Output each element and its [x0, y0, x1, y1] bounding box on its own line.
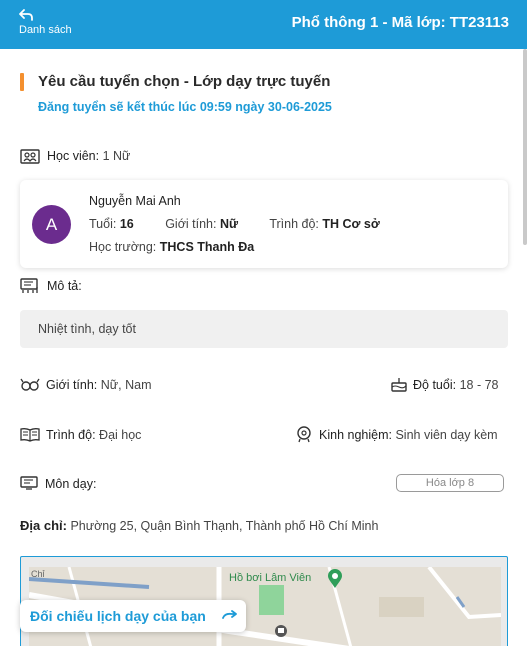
address-label: Địa chỉ: — [20, 518, 67, 533]
compare-schedule-label: Đối chiếu lịch dạy của bạn — [30, 608, 206, 624]
bus-stop-icon[interactable] — [275, 625, 287, 637]
gender-requirement: Giới tính: Nữ, Nam — [46, 378, 152, 392]
subject-icon — [20, 476, 38, 490]
student-card: A Nguyễn Mai Anh Tuổi: 16 Giới tính: Nữ … — [20, 180, 508, 268]
description-icon — [20, 278, 38, 293]
header-title: Phổ thông 1 - Mã lớp: TT23113 — [291, 14, 509, 31]
level-value: TH Cơ sở — [322, 217, 380, 231]
school-label: Học trường: — [89, 240, 157, 254]
age-value: 16 — [119, 217, 134, 231]
scrollbar[interactable] — [523, 49, 527, 245]
age-req-value: 18 - 78 — [459, 378, 499, 392]
gender-req-value: Nữ, Nam — [100, 378, 152, 392]
post-title: Yêu cầu tuyển chọn - Lớp dạy trực tuyến — [38, 73, 331, 90]
gender-label: Giới tính: — [165, 217, 217, 231]
address-value: Phường 25, Quận Bình Thạnh, Thành phố Hồ… — [70, 519, 379, 533]
level-req-label: Trình độ: — [46, 428, 96, 442]
back-label: Danh sách — [19, 24, 72, 36]
student-count-row: Học viên: 1 Nữ — [47, 149, 130, 163]
student-school: Học trường: THCS Thanh Đa — [89, 240, 254, 254]
description-label: Mô tả: — [47, 279, 82, 293]
age-requirement: Độ tuổi: 18 - 78 — [413, 378, 499, 392]
student-count-label: Học viên: — [47, 149, 100, 163]
book-icon — [20, 428, 40, 442]
map-pin-icon[interactable] — [327, 569, 343, 589]
experience-req-value: Sinh viên dạy kèm — [395, 428, 498, 442]
school-value: THCS Thanh Đa — [159, 240, 255, 254]
compare-schedule-button[interactable]: Đối chiếu lịch dạy của bạn — [20, 600, 246, 632]
description-text: Nhiệt tình, dạy tốt — [38, 322, 136, 336]
back-button[interactable]: Danh sách — [18, 9, 88, 41]
age-label: Tuổi: — [89, 217, 117, 231]
experience-req-label: Kinh nghiệm: — [319, 428, 392, 442]
experience-icon — [297, 426, 311, 443]
map-poi-label: Hồ bơi Lâm Viên — [229, 572, 312, 584]
student-details: Tuổi: 16 Giới tính: Nữ Trình độ: TH Cơ s… — [89, 217, 380, 231]
student-count-value: 1 Nữ — [102, 149, 131, 163]
students-icon — [20, 149, 40, 164]
address-row: Địa chỉ: Phường 25, Quận Bình Thạnh, Thà… — [20, 518, 378, 533]
description-box: Nhiệt tình, dạy tốt — [20, 310, 508, 348]
title-accent-bar — [20, 73, 24, 91]
back-arrow-icon — [19, 9, 33, 21]
student-name: Nguyễn Mai Anh — [89, 194, 181, 208]
level-requirement: Trình độ: Đại học — [46, 428, 141, 442]
avatar: A — [32, 205, 71, 244]
cake-icon — [391, 378, 407, 392]
gender-icon — [20, 378, 40, 391]
subject-tag: Hóa lớp 8 — [396, 474, 504, 492]
app-header: Danh sách Phổ thông 1 - Mã lớp: TT23113 — [0, 0, 527, 49]
gender-req-label: Giới tính: — [46, 378, 98, 392]
experience-requirement: Kinh nghiệm: Sinh viên dạy kèm — [319, 428, 498, 442]
subject-label: Môn dạy: — [45, 477, 97, 491]
level-req-value: Đại học — [99, 428, 142, 442]
arrow-right-icon — [222, 610, 237, 619]
post-deadline: Đăng tuyển sẽ kết thúc lúc 09:59 ngày 30… — [38, 100, 332, 114]
level-label: Trình độ: — [269, 217, 319, 231]
age-req-label: Độ tuổi: — [413, 378, 457, 392]
gender-value: Nữ — [219, 217, 239, 231]
map-street-label: Chỉ — [31, 569, 45, 579]
